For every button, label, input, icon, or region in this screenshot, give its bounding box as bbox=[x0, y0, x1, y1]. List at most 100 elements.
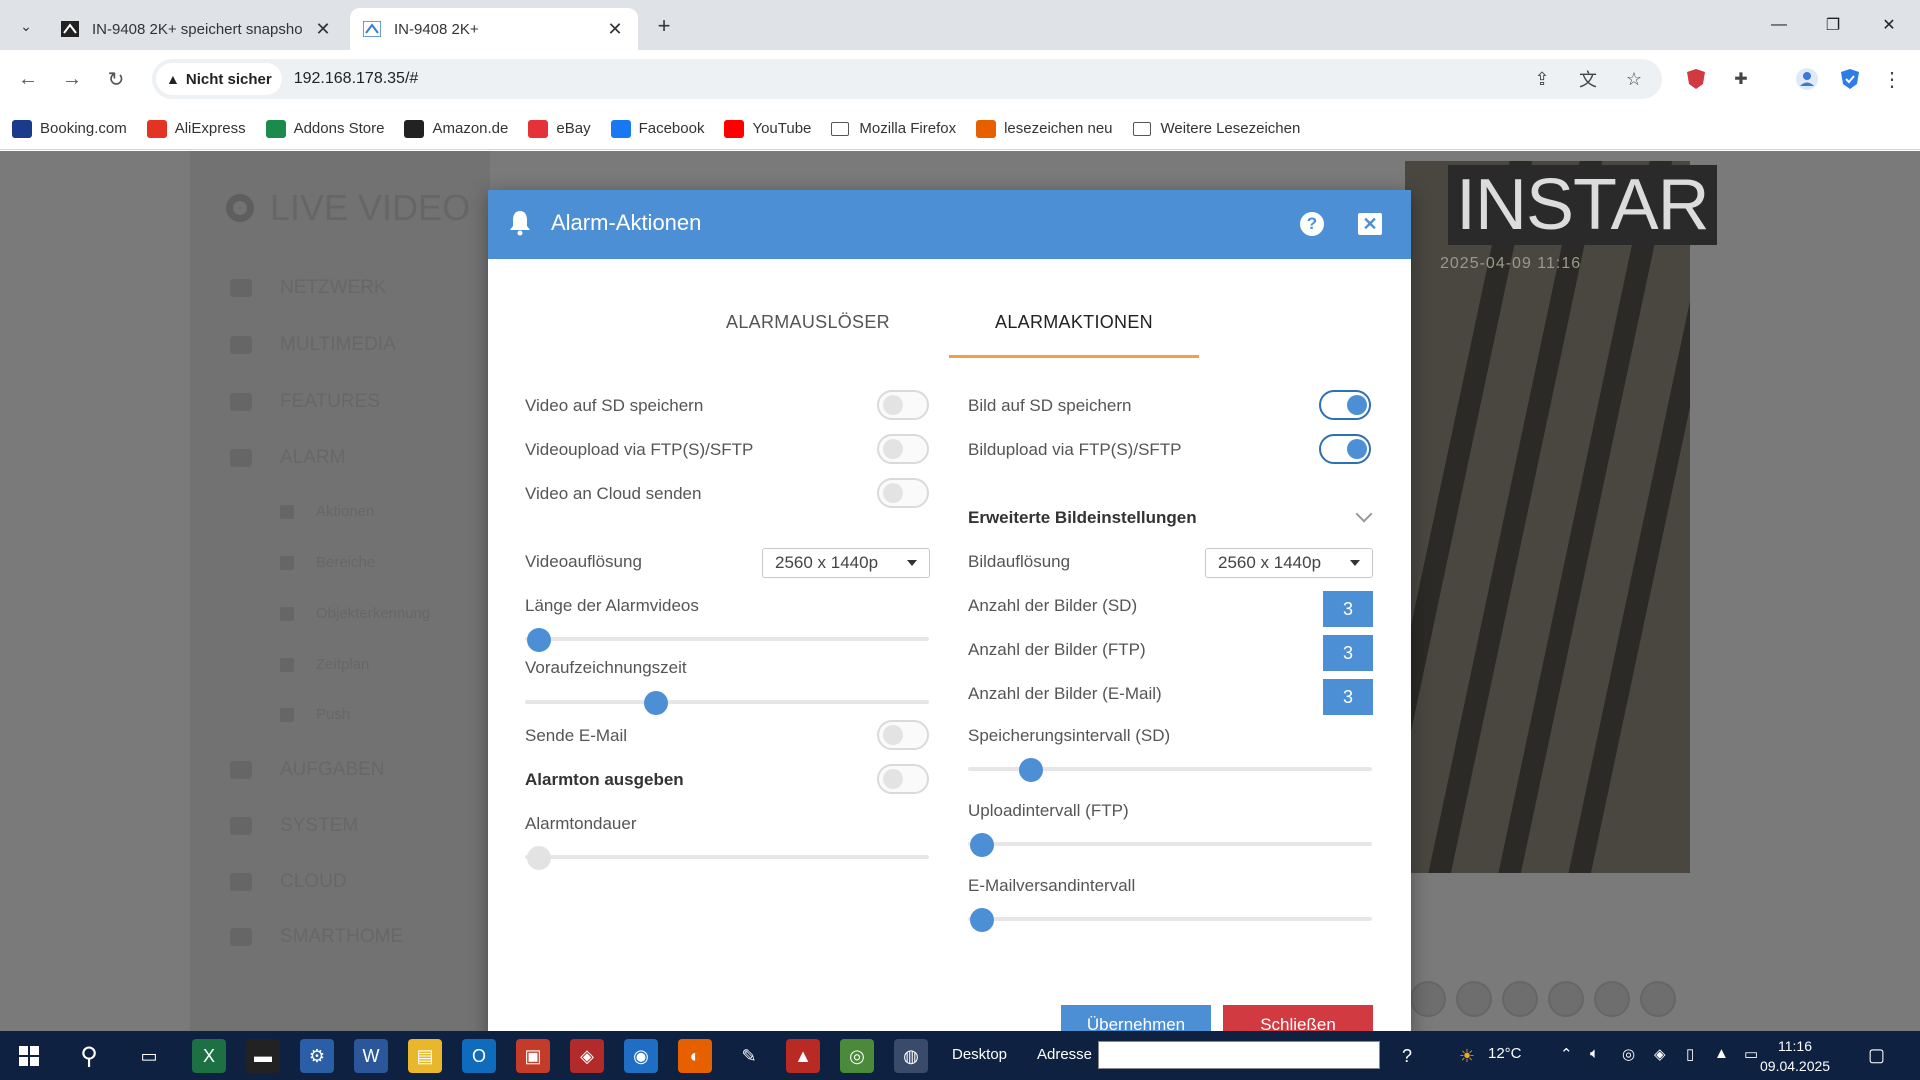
terminal-icon[interactable]: ▬ bbox=[246, 1039, 280, 1073]
social-icon[interactable] bbox=[1410, 981, 1446, 1017]
new-tab-button[interactable]: + bbox=[650, 12, 678, 40]
instagram-icon[interactable] bbox=[1640, 981, 1676, 1017]
social-icon[interactable] bbox=[1456, 981, 1492, 1017]
bookmark-item[interactable]: AliExpress bbox=[146, 119, 246, 138]
url-text[interactable]: 192.168.178.35/# bbox=[294, 70, 419, 88]
reload-icon[interactable]: ↻ bbox=[100, 63, 132, 95]
social-icon[interactable] bbox=[1502, 981, 1538, 1017]
volume-icon[interactable]: 🔈︎ bbox=[1590, 1045, 1599, 1062]
sidebar-item-smarthome[interactable]: SMARTHOME bbox=[230, 926, 403, 948]
windows-start-icon[interactable] bbox=[12, 1039, 46, 1073]
sidebar-item-system[interactable]: SYSTEM bbox=[230, 815, 358, 837]
excel-icon[interactable]: X bbox=[192, 1039, 226, 1073]
image-count-ftp-input[interactable]: 3 bbox=[1323, 635, 1373, 671]
extensions-puzzle-icon[interactable]: ✚ bbox=[1725, 63, 1757, 95]
slider-thumb[interactable] bbox=[643, 691, 668, 715]
back-arrow-icon[interactable]: ← bbox=[12, 63, 44, 95]
video-sd-toggle[interactable] bbox=[877, 390, 929, 420]
bookmark-item[interactable]: eBay bbox=[528, 119, 591, 138]
alarm-tone-duration-slider[interactable] bbox=[525, 846, 929, 870]
sidebar-item-alarm[interactable]: ALARM bbox=[230, 447, 345, 469]
notification-icon[interactable]: ▢ bbox=[1868, 1045, 1885, 1066]
dialog-close-icon[interactable]: ✕ bbox=[1358, 213, 1382, 235]
video-cloud-toggle[interactable] bbox=[877, 478, 929, 508]
bookmark-star-icon[interactable]: ☆ bbox=[1620, 65, 1648, 93]
tray-app-icon[interactable]: ◈ bbox=[1654, 1045, 1666, 1063]
share-icon[interactable]: ⇪ bbox=[1528, 65, 1556, 93]
alarm-tone-toggle[interactable] bbox=[877, 764, 929, 794]
address-bar[interactable]: ▲ Nicht sicher 192.168.178.35/# ⇪ 文 ☆ bbox=[152, 59, 1662, 99]
twitter-icon[interactable] bbox=[1548, 981, 1584, 1017]
alarm-video-length-slider[interactable] bbox=[525, 628, 929, 652]
search-icon[interactable]: ⚲ bbox=[72, 1039, 106, 1073]
tab-close-icon[interactable]: ✕ bbox=[312, 18, 334, 40]
slider-thumb[interactable] bbox=[970, 833, 994, 857]
minimize-icon[interactable]: — bbox=[1754, 10, 1804, 40]
sidebar-item-cloud[interactable]: CLOUD bbox=[230, 871, 347, 893]
browser-menu-icon[interactable]: ⋮ bbox=[1876, 63, 1908, 95]
tab-close-icon[interactable]: ✕ bbox=[604, 18, 626, 40]
slider-thumb[interactable] bbox=[970, 908, 994, 932]
advanced-image-settings-header[interactable]: Erweiterte Bildeinstellungen bbox=[968, 508, 1197, 528]
app-icon[interactable]: ▣ bbox=[516, 1039, 550, 1073]
tray-chevron-up-icon[interactable]: ⌃ bbox=[1560, 1045, 1573, 1063]
bookmark-item[interactable]: YouTube bbox=[724, 119, 811, 138]
tab-search-chevron-icon[interactable]: ⌄ bbox=[12, 12, 40, 40]
image-count-sd-input[interactable]: 3 bbox=[1323, 591, 1373, 627]
sidebar-title[interactable]: LIVE VIDEO bbox=[226, 187, 470, 229]
restore-icon[interactable]: ❐ bbox=[1808, 10, 1858, 40]
slider-thumb[interactable] bbox=[527, 846, 551, 870]
sidebar-item-aufgaben[interactable]: AUFGABEN bbox=[230, 759, 385, 781]
interval-ftp-slider[interactable] bbox=[968, 833, 1372, 857]
firefox-icon[interactable]: ◐ bbox=[678, 1039, 712, 1073]
outlook-icon[interactable]: O bbox=[462, 1039, 496, 1073]
image-resolution-select[interactable]: 2560 x 1440p bbox=[1205, 548, 1373, 578]
sidebar-sub-aktionen[interactable]: Aktionen bbox=[280, 503, 374, 520]
interval-email-slider[interactable] bbox=[968, 908, 1372, 932]
tab-alarmaktionen[interactable]: ALARMAKTIONEN bbox=[949, 312, 1199, 358]
sidebar-sub-bereiche[interactable]: Bereiche bbox=[280, 554, 375, 571]
bookmark-item[interactable]: Facebook bbox=[610, 119, 704, 138]
video-resolution-select[interactable]: 2560 x 1440p bbox=[762, 548, 930, 578]
battery-icon[interactable]: ▯ bbox=[1686, 1045, 1694, 1063]
security-shield-icon[interactable] bbox=[1834, 63, 1866, 95]
tab-alarmausloeser[interactable]: ALARMAUSLÖSER bbox=[703, 312, 913, 358]
send-email-toggle[interactable] bbox=[877, 720, 929, 750]
security-chip[interactable]: ▲ Nicht sicher bbox=[156, 63, 282, 95]
bookmark-item[interactable]: Addons Store bbox=[265, 119, 384, 138]
image-ftp-toggle[interactable] bbox=[1319, 434, 1371, 464]
facebook-icon[interactable] bbox=[1594, 981, 1630, 1017]
chrome-icon[interactable]: ◎ bbox=[840, 1039, 874, 1073]
bookmark-item[interactable]: Mozilla Firefox bbox=[831, 120, 956, 137]
forward-arrow-icon[interactable]: → bbox=[56, 63, 88, 95]
window-close-icon[interactable]: ✕ bbox=[1864, 10, 1914, 40]
task-view-icon[interactable]: ▭ bbox=[132, 1039, 166, 1073]
app-icon[interactable]: ◉ bbox=[624, 1039, 658, 1073]
weather-icon[interactable]: ☀ bbox=[1450, 1039, 1484, 1073]
sidebar-item-netzwerk[interactable]: NETZWERK bbox=[230, 277, 387, 299]
app-icon[interactable]: ⚙ bbox=[300, 1039, 334, 1073]
tray-app-icon[interactable]: ◎ bbox=[1622, 1045, 1635, 1063]
app-icon[interactable]: ✎ bbox=[732, 1039, 766, 1073]
interval-sd-slider[interactable] bbox=[968, 758, 1372, 782]
desktop-toolbar-label[interactable]: Desktop bbox=[952, 1046, 1007, 1063]
sidebar-sub-zeitplan[interactable]: Zeitplan bbox=[280, 656, 369, 673]
translate-icon[interactable]: 文 bbox=[1574, 65, 1602, 93]
slider-thumb[interactable] bbox=[1018, 758, 1043, 782]
help-icon[interactable]: ? bbox=[1390, 1039, 1424, 1073]
sidebar-item-multimedia[interactable]: MULTIMEDIA bbox=[230, 334, 396, 356]
image-count-email-input[interactable]: 3 bbox=[1323, 679, 1373, 715]
video-ftp-toggle[interactable] bbox=[877, 434, 929, 464]
profile-avatar-icon[interactable] bbox=[1791, 63, 1823, 95]
slider-thumb[interactable] bbox=[527, 628, 551, 652]
tray-app-icon[interactable]: ▲ bbox=[1714, 1045, 1729, 1062]
bookmark-item[interactable]: lesezeichen neu bbox=[976, 119, 1113, 138]
help-icon[interactable]: ? bbox=[1300, 212, 1324, 236]
bookmark-item[interactable]: Amazon.de bbox=[404, 119, 508, 138]
system-clock[interactable]: 11:16 09.04.2025 bbox=[1760, 1036, 1830, 1076]
sidebar-item-features[interactable]: FEATURES bbox=[230, 391, 380, 413]
network-icon[interactable]: ▭ bbox=[1744, 1045, 1758, 1063]
image-sd-toggle[interactable] bbox=[1319, 390, 1371, 420]
browser-tab-inactive[interactable]: IN-9408 2K+ speichert snapsho ✕ bbox=[48, 8, 346, 50]
file-explorer-icon[interactable]: ▤ bbox=[408, 1039, 442, 1073]
